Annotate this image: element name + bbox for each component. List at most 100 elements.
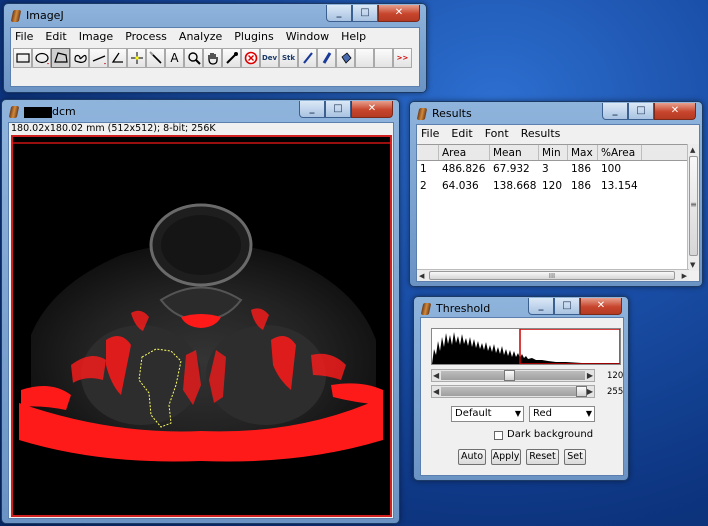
- slider-left-arrow-icon[interactable]: ◀: [433, 386, 439, 397]
- close-button[interactable]: ✕: [378, 5, 420, 22]
- image-title-suffix: dcm: [52, 105, 76, 118]
- menu-analyze[interactable]: Analyze: [179, 30, 222, 43]
- text-tool-icon[interactable]: A: [165, 48, 184, 68]
- imagej-titlebar[interactable]: ImageJ _ □ ✕: [4, 4, 426, 28]
- lower-threshold-value: 120: [607, 371, 624, 381]
- magnifier-tool-icon[interactable]: [184, 48, 203, 68]
- results-header-row: Area Mean Min Max %Area: [417, 145, 689, 161]
- results-table[interactable]: Area Mean Min Max %Area 1 486.826 67.932…: [417, 144, 689, 279]
- hand-tool-icon[interactable]: [203, 48, 222, 68]
- stop-tool-icon[interactable]: [241, 48, 260, 68]
- horizontal-scroll-thumb[interactable]: III: [429, 271, 675, 280]
- upper-threshold-knob[interactable]: [576, 386, 587, 397]
- reset-button[interactable]: Reset: [526, 449, 559, 465]
- menu-window[interactable]: Window: [286, 30, 329, 43]
- apply-button[interactable]: Apply: [491, 449, 521, 465]
- results-menu-font[interactable]: Font: [485, 127, 509, 140]
- line-tool-icon[interactable]: [89, 48, 108, 68]
- results-horizontal-scrollbar[interactable]: ◀ III ▶: [417, 269, 689, 281]
- point-tool-icon[interactable]: [127, 48, 146, 68]
- histogram-plot: [432, 328, 621, 365]
- dark-background-label: Dark background: [507, 429, 594, 440]
- scroll-left-arrow-icon[interactable]: ◀: [419, 271, 424, 281]
- imagej-client: File Edit Image Process Analyze Plugins …: [10, 27, 420, 87]
- imagej-toolbar: A Dev Stk >>: [13, 48, 412, 68]
- redacted-filename: [24, 106, 52, 118]
- table-cell: 186: [571, 180, 592, 192]
- close-button[interactable]: ✕: [580, 298, 622, 315]
- oval-tool-icon[interactable]: [32, 48, 51, 68]
- table-row[interactable]: 1 486.826 67.932 3 186 100: [417, 161, 689, 178]
- scroll-right-arrow-icon[interactable]: ▶: [682, 271, 687, 281]
- dev-tool-icon[interactable]: Dev: [260, 48, 279, 68]
- table-row[interactable]: 2 64.036 138.668 120 186 13.154: [417, 178, 689, 195]
- results-vertical-scrollbar[interactable]: ▲ ≡ ▼: [687, 144, 699, 271]
- pencil-tool-icon[interactable]: [298, 48, 317, 68]
- rectangle-tool-icon[interactable]: [13, 48, 32, 68]
- vertical-scroll-thumb[interactable]: ≡: [689, 156, 698, 256]
- minimize-button[interactable]: _: [326, 5, 352, 22]
- results-menu-edit[interactable]: Edit: [451, 127, 472, 140]
- maximize-button[interactable]: □: [352, 5, 378, 22]
- polygon-tool-icon[interactable]: [51, 48, 70, 68]
- minimize-button[interactable]: _: [528, 298, 554, 315]
- column-header-area[interactable]: Area: [439, 145, 490, 160]
- minimize-button[interactable]: _: [602, 103, 628, 120]
- empty-tool-slot[interactable]: [374, 48, 393, 68]
- column-header-min[interactable]: Min: [539, 145, 568, 160]
- imagej-app-icon: [420, 303, 432, 315]
- angle-tool-icon[interactable]: [108, 48, 127, 68]
- imagej-app-icon: [8, 106, 20, 118]
- column-header-max[interactable]: Max: [568, 145, 598, 160]
- table-cell: 186: [571, 163, 592, 175]
- wand-tool-icon[interactable]: [146, 48, 165, 68]
- menu-file[interactable]: File: [15, 30, 33, 43]
- slider-right-arrow-icon[interactable]: ▶: [587, 370, 593, 381]
- lower-threshold-knob[interactable]: [504, 370, 516, 381]
- image-titlebar[interactable]: dcm _ □ ✕: [2, 100, 399, 124]
- threshold-client: ◀ ▶ 120 ◀ ▶ 255 Default ▼ Red ▼ Dark bac…: [420, 317, 624, 476]
- column-header-percent-area[interactable]: %Area: [598, 145, 642, 160]
- close-button[interactable]: ✕: [351, 101, 393, 118]
- results-menu-results[interactable]: Results: [521, 127, 561, 140]
- color-picker-icon[interactable]: [222, 48, 241, 68]
- auto-button[interactable]: Auto: [458, 449, 486, 465]
- threshold-method-select[interactable]: Default ▼: [451, 406, 524, 422]
- menu-image[interactable]: Image: [79, 30, 113, 43]
- ct-scan-image: [11, 135, 392, 517]
- dark-background-checkbox[interactable]: [494, 431, 503, 440]
- set-button[interactable]: Set: [564, 449, 586, 465]
- imagej-app-icon: [416, 108, 428, 120]
- freehand-tool-icon[interactable]: [70, 48, 89, 68]
- flood-fill-icon[interactable]: [336, 48, 355, 68]
- maximize-button[interactable]: □: [628, 103, 654, 120]
- brush-tool-icon[interactable]: [317, 48, 336, 68]
- image-canvas[interactable]: [11, 135, 392, 517]
- minimize-button[interactable]: _: [299, 101, 325, 118]
- slider-left-arrow-icon[interactable]: ◀: [433, 370, 439, 381]
- stk-tool-icon[interactable]: Stk: [279, 48, 298, 68]
- close-button[interactable]: ✕: [654, 103, 696, 120]
- chevron-down-icon: ▼: [514, 409, 521, 418]
- upper-threshold-slider[interactable]: ◀ ▶: [431, 385, 595, 398]
- lower-threshold-slider[interactable]: ◀ ▶: [431, 369, 595, 382]
- results-client: File Edit Font Results Area Mean Min Max…: [416, 124, 700, 282]
- more-tools-icon[interactable]: >>: [393, 48, 412, 68]
- menu-edit[interactable]: Edit: [45, 30, 66, 43]
- threshold-display-select[interactable]: Red ▼: [529, 406, 595, 422]
- column-header-mean[interactable]: Mean: [490, 145, 539, 160]
- menu-help[interactable]: Help: [341, 30, 366, 43]
- results-titlebar[interactable]: Results _ □ ✕: [410, 102, 702, 126]
- menu-plugins[interactable]: Plugins: [234, 30, 273, 43]
- table-cell: 486.826: [442, 163, 486, 175]
- column-header-index[interactable]: [417, 145, 439, 160]
- slider-right-arrow-icon[interactable]: ▶: [587, 386, 593, 397]
- empty-tool-slot[interactable]: [355, 48, 374, 68]
- scroll-up-arrow-icon[interactable]: ▲: [690, 145, 695, 155]
- table-cell: 64.036: [442, 180, 479, 192]
- menu-process[interactable]: Process: [125, 30, 167, 43]
- maximize-button[interactable]: □: [554, 298, 580, 315]
- results-menu-file[interactable]: File: [421, 127, 439, 140]
- maximize-button[interactable]: □: [325, 101, 351, 118]
- scroll-down-arrow-icon[interactable]: ▼: [690, 260, 695, 270]
